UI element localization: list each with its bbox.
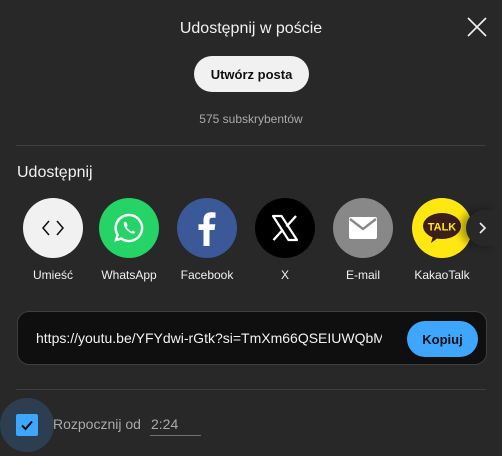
share-target-label: Umieść xyxy=(32,268,73,282)
facebook-icon xyxy=(177,198,237,258)
kakaotalk-icon: TALK xyxy=(412,198,472,258)
share-target-email[interactable]: E-mail xyxy=(326,198,400,282)
whatsapp-icon xyxy=(99,198,159,258)
share-target-label: E-mail xyxy=(345,268,380,282)
email-icon xyxy=(333,198,393,258)
embed-icon xyxy=(23,198,83,258)
share-target-embed[interactable]: Umieść xyxy=(16,198,90,282)
divider xyxy=(16,145,486,146)
next-targets-button[interactable] xyxy=(466,210,498,246)
share-target-label: Facebook xyxy=(180,268,234,282)
create-post-button[interactable]: Utwórz posta xyxy=(194,56,309,92)
share-target-whatsapp[interactable]: WhatsApp xyxy=(92,198,166,282)
x-icon xyxy=(255,198,315,258)
dialog-title: Udostępnij w poście xyxy=(179,20,323,37)
share-url[interactable]: https://youtu.be/YFYdwi-rGtk?si=TmXm66QS… xyxy=(36,330,382,346)
divider xyxy=(16,389,486,390)
share-target-label: KakaoTalk xyxy=(414,268,470,282)
start-at-row: Rozpocznij od 2:24 xyxy=(0,398,502,456)
svg-text:TALK: TALK xyxy=(428,222,457,234)
start-at-checkbox[interactable] xyxy=(16,414,38,436)
share-dialog: Udostępnij w poście Utwórz posta 575 sub… xyxy=(0,0,502,456)
share-target-x[interactable]: X xyxy=(248,198,322,282)
checkmark-icon xyxy=(21,420,33,431)
close-button[interactable] xyxy=(464,14,490,40)
copy-button[interactable]: Kopiuj xyxy=(407,321,478,357)
close-icon xyxy=(467,17,487,37)
start-time-input[interactable]: 2:24 xyxy=(150,412,201,436)
share-link-box: https://youtu.be/YFYdwi-rGtk?si=TmXm66QS… xyxy=(17,311,487,365)
start-at-label: Rozpocznij od xyxy=(53,416,141,432)
share-section-title: Udostępnij xyxy=(17,164,93,181)
share-target-kakaotalk[interactable]: TALK KakaoTalk xyxy=(405,198,479,282)
share-target-label: X xyxy=(280,268,289,282)
subscriber-count: 575 subskrybentów xyxy=(199,112,303,126)
share-targets: Umieść WhatsApp Facebook X E-mail TALK K… xyxy=(16,198,486,288)
share-target-facebook[interactable]: Facebook xyxy=(170,198,244,282)
chevron-right-icon xyxy=(479,222,487,234)
share-target-label: WhatsApp xyxy=(101,268,157,282)
